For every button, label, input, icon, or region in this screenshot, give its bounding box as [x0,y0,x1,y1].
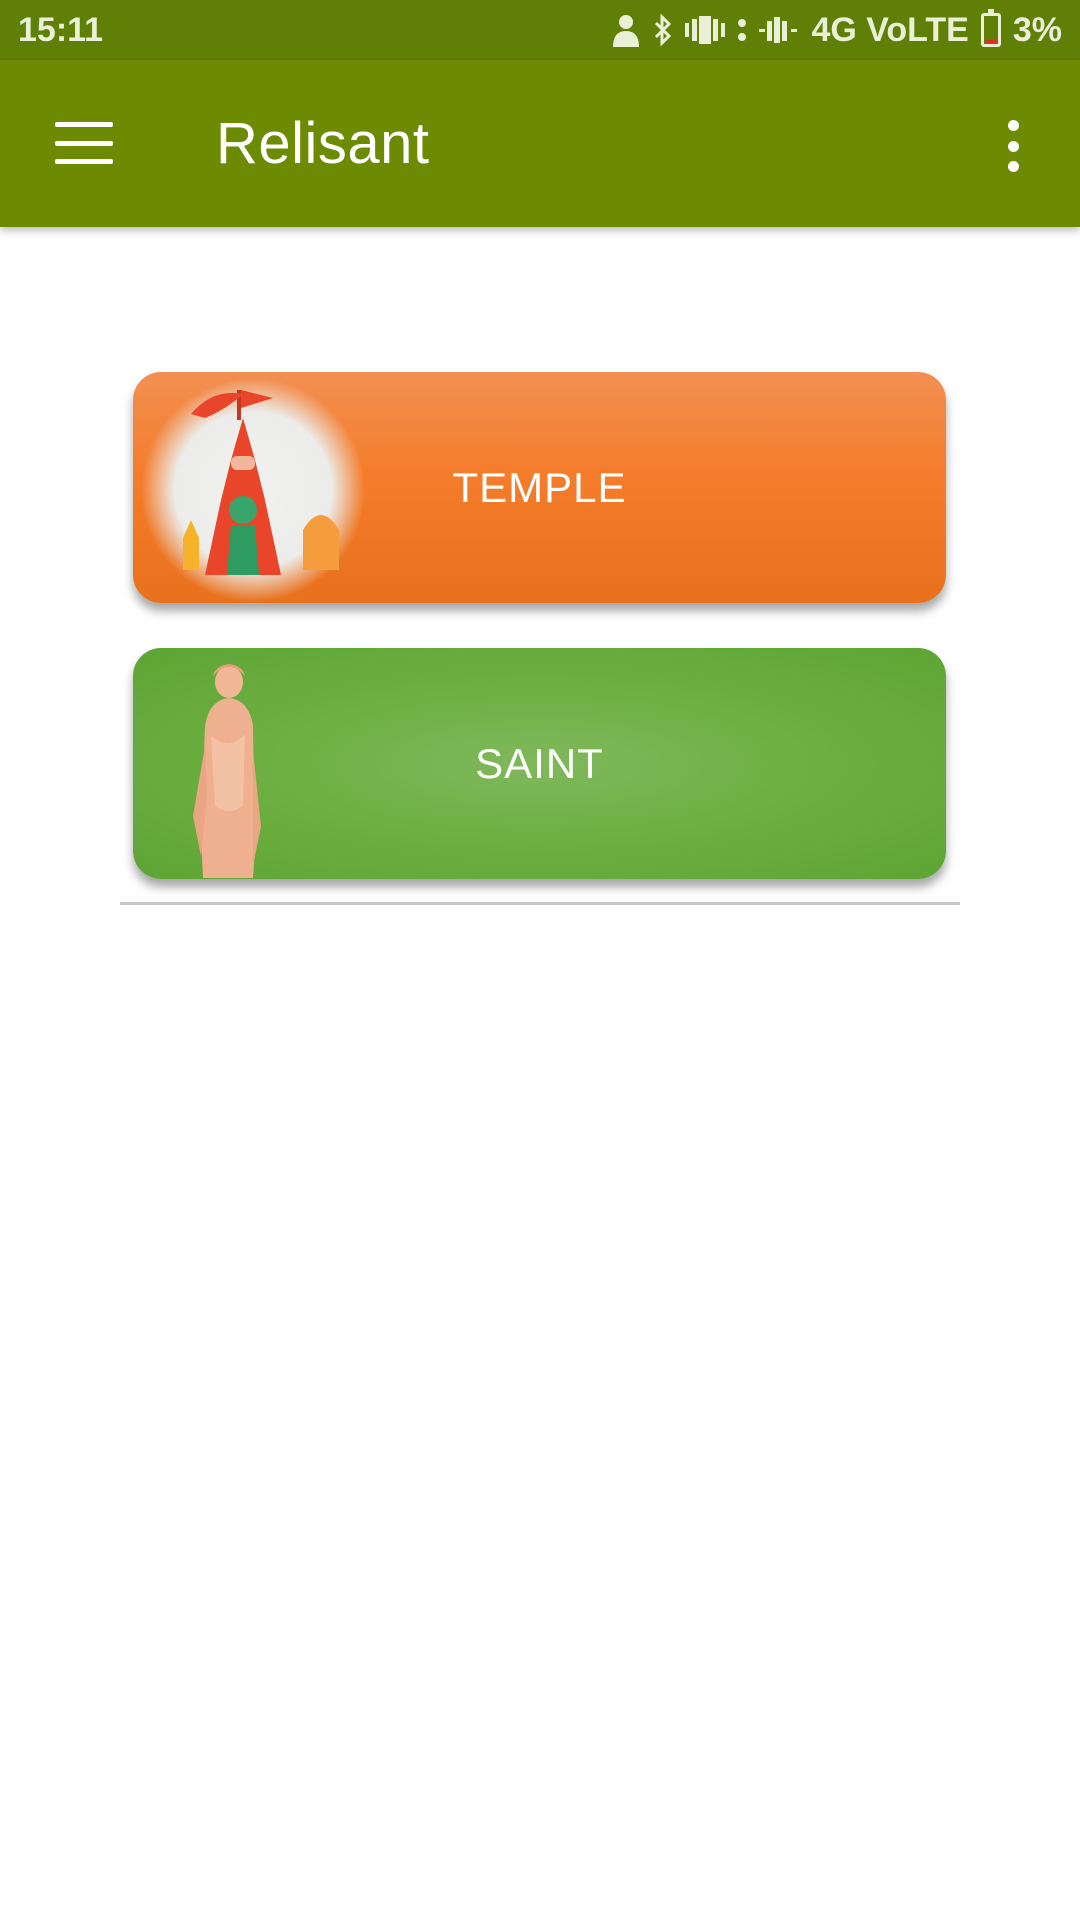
status-icons: 4G VoLTE 3% [611,9,1062,50]
battery-percent: 3% [1012,10,1062,49]
vibrate-icon [685,10,726,50]
status-bar: 15:11 4G VoLTE 3% [0,0,1080,60]
data-transfer-icon [737,10,747,50]
app-title: Relisant [216,111,430,176]
saint-label: SAINT [475,739,604,787]
bluetooth-icon [653,10,673,50]
app-bar: Relisant [0,60,1080,227]
person-icon [611,10,641,50]
temple-label: TEMPLE [452,463,627,511]
saint-button[interactable]: SAINT [133,648,946,879]
more-options-icon[interactable] [1003,120,1023,172]
menu-icon[interactable] [55,122,113,164]
battery-icon [980,9,1001,47]
network-type: 4G VoLTE [811,10,969,49]
status-time: 15:11 [18,10,104,49]
temple-button[interactable]: TEMPLE [133,372,946,603]
signal-icon [759,10,799,50]
divider [120,902,960,905]
